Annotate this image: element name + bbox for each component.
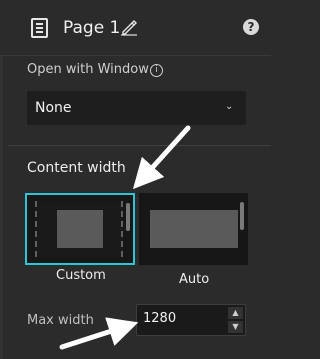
content-width-label: Content width (27, 160, 126, 176)
dropdown-value: None (35, 100, 72, 116)
section-divider (8, 145, 271, 146)
custom-scrollbar-preview (126, 203, 130, 231)
arrow-to-max-width-icon (59, 317, 139, 350)
open-with-window-dropdown[interactable]: None ⌄ (27, 91, 246, 125)
custom-width-option[interactable] (25, 193, 135, 265)
max-width-stepper[interactable]: 1280 ▲ ▼ (136, 304, 246, 336)
chevron-down-icon: ⌄ (225, 101, 234, 112)
custom-option-label: Custom (56, 268, 106, 283)
auto-content-preview (150, 210, 238, 248)
max-width-label: Max width (27, 313, 94, 328)
info-icon[interactable]: i (150, 64, 163, 77)
help-icon[interactable]: ? (243, 19, 259, 35)
increment-button[interactable]: ▲ (228, 307, 243, 319)
settings-panel: Page 1 ? Open with Window i None ⌄ Conte… (0, 0, 271, 359)
arrow-to-custom-icon (132, 125, 191, 190)
open-with-window-label: Open with Window (27, 62, 149, 77)
pencil-icon[interactable] (120, 18, 138, 36)
auto-option-label: Auto (179, 272, 210, 287)
decrement-button[interactable]: ▼ (228, 321, 243, 333)
page-icon (31, 18, 48, 38)
auto-width-option[interactable] (139, 193, 248, 265)
page-title: Page 1 (63, 18, 121, 38)
auto-scrollbar-preview (240, 202, 244, 230)
panel-header: Page 1 ? (0, 0, 271, 56)
custom-content-preview (57, 210, 103, 248)
max-width-input[interactable]: 1280 (143, 311, 176, 326)
